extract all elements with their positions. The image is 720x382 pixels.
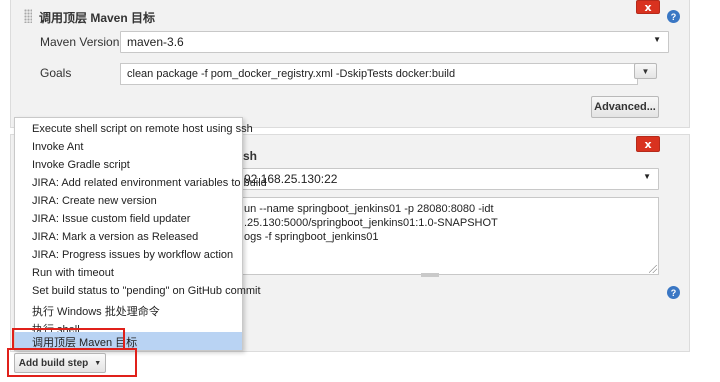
maven-version-value: maven-3.6 [127, 35, 184, 49]
command-line: .25.130:5000/springboot_jenkins01:1.0-SN… [244, 217, 498, 229]
maven-build-step-panel: 调用顶层 Maven 目标 Maven Version maven-3.6 ▼ … [10, 0, 690, 128]
help-icon[interactable]: ? [667, 286, 680, 299]
menu-item[interactable]: Set build status to "pending" on GitHub … [15, 283, 261, 301]
menu-item[interactable]: Invoke Ant [15, 139, 242, 157]
delete-step-button[interactable]: x [636, 0, 660, 14]
menu-item[interactable]: 执行 Windows 批处理命令 [15, 301, 242, 319]
advanced-button[interactable]: Advanced... [591, 96, 659, 118]
menu-item[interactable]: Invoke Gradle script [15, 157, 242, 175]
annotation-highlight-menu-item [12, 328, 125, 350]
resize-handle-icon[interactable] [649, 265, 657, 273]
menu-item[interactable]: JIRA: Issue custom field updater [15, 211, 242, 229]
step-title-fragment: sh [243, 149, 258, 163]
textarea-resize-bar[interactable] [421, 273, 439, 277]
delete-step-button[interactable]: x [636, 136, 660, 152]
drag-handle-icon[interactable] [24, 9, 32, 23]
help-icon[interactable]: ? [667, 10, 680, 23]
command-line: un --name springboot_jenkins01 -p 28080:… [244, 203, 494, 215]
menu-item[interactable]: JIRA: Create new version [15, 193, 242, 211]
menu-item[interactable]: Execute shell script on remote host usin… [15, 121, 253, 139]
maven-version-label: Maven Version [40, 35, 120, 49]
add-build-step-menu: Execute shell script on remote host usin… [14, 117, 267, 351]
menu-item[interactable]: JIRA: Mark a version as Released [15, 229, 242, 247]
step-title: 调用顶层 Maven 目标 [39, 11, 156, 25]
expand-goals-button[interactable]: ▼ [634, 63, 657, 79]
menu-item[interactable]: JIRA: Progress issues by workflow action [15, 247, 242, 265]
chevron-down-icon: ▼ [641, 66, 650, 76]
maven-version-select[interactable]: maven-3.6 ▼ [120, 31, 669, 53]
chevron-down-icon: ▼ [653, 35, 661, 44]
annotation-highlight-add-button [7, 348, 137, 377]
ssh-command-textarea[interactable]: un --name springboot_jenkins01 -p 28080:… [237, 197, 659, 275]
menu-item[interactable]: Run with timeout [15, 265, 242, 283]
goals-label: Goals [40, 66, 72, 80]
goals-input[interactable]: clean package -f pom_docker_registry.xml… [120, 63, 638, 85]
chevron-down-icon: ▼ [643, 172, 651, 181]
command-line: ogs -f springboot_jenkins01 [244, 231, 379, 243]
menu-item[interactable]: JIRA: Add related environment variables … [15, 175, 267, 193]
ssh-host-select[interactable]: 92.168.25.130:22 ▼ [237, 168, 659, 190]
